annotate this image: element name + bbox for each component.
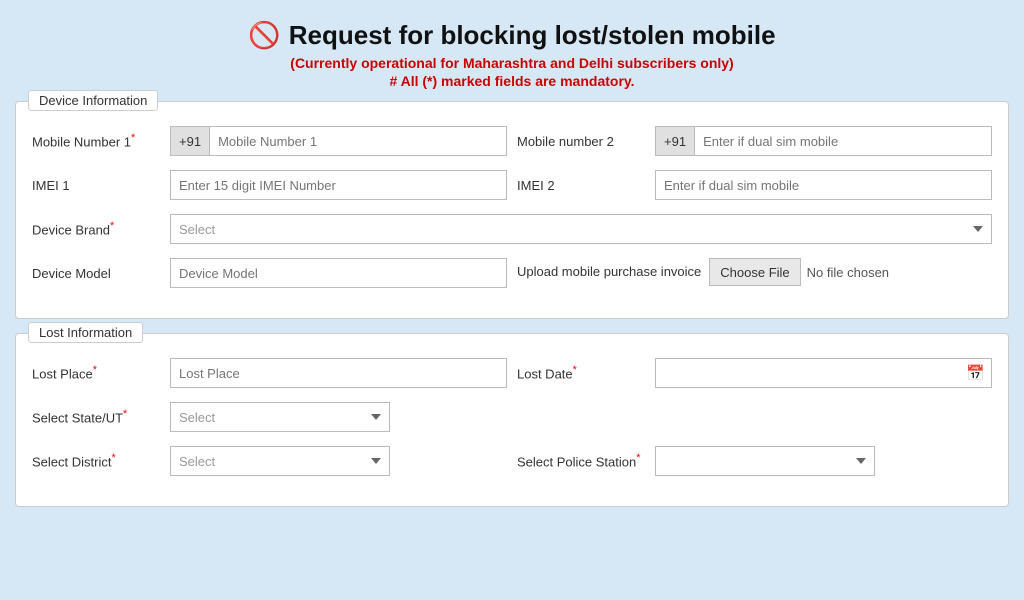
- device-brand-row: Device Brand* Select: [16, 214, 1008, 244]
- imei1-label: IMEI 1: [32, 178, 162, 193]
- mobile2-input-group: +91: [655, 126, 992, 156]
- choose-file-button[interactable]: Choose File: [709, 258, 800, 286]
- mobile2-field: Mobile number 2 +91: [517, 126, 992, 156]
- model-upload-row: Device Model Upload mobile purchase invo…: [16, 258, 1008, 288]
- calendar-icon[interactable]: 📅: [960, 364, 991, 382]
- lost-place-date-row: Lost Place* Lost Date* 📅: [32, 358, 992, 388]
- state-row: Select State/UT* Select ▾: [32, 402, 992, 432]
- page-header: 🚫 Request for blocking lost/stolen mobil…: [15, 10, 1009, 101]
- file-upload-area: Choose File No file chosen: [709, 258, 889, 286]
- imei2-field: IMEI 2: [517, 170, 992, 200]
- lost-section-legend: Lost Information: [28, 322, 143, 343]
- lost-place-label: Lost Place*: [32, 364, 162, 381]
- imei2-label: IMEI 2: [517, 178, 647, 193]
- device-section-legend: Device Information: [28, 90, 158, 111]
- mobile2-prefix: +91: [655, 126, 694, 156]
- title-text: Request for blocking lost/stolen mobile: [289, 20, 776, 51]
- mobile1-field: Mobile Number 1* +91: [32, 126, 507, 156]
- lost-date-field: Lost Date* 📅: [517, 358, 992, 388]
- police-field: Select Police Station*: [517, 446, 992, 476]
- block-icon: 🚫: [248, 20, 280, 51]
- imei2-input[interactable]: [655, 170, 992, 200]
- imei1-field: IMEI 1: [32, 170, 507, 200]
- district-select[interactable]: Select: [170, 446, 390, 476]
- upload-label: Upload mobile purchase invoice: [517, 264, 701, 281]
- upload-field: Upload mobile purchase invoice Choose Fi…: [517, 258, 992, 286]
- device-brand-select[interactable]: Select: [170, 214, 992, 244]
- mobile1-label: Mobile Number 1*: [32, 132, 162, 149]
- lost-place-input[interactable]: [170, 358, 507, 388]
- lost-information-section: Lost Information Lost Place* Lost Date* …: [15, 333, 1009, 507]
- district-label: Select District*: [32, 452, 162, 469]
- device-model-label: Device Model: [32, 266, 162, 281]
- state-select[interactable]: Select: [170, 402, 390, 432]
- device-information-section: Device Information Mobile Number 1* +91 …: [15, 101, 1009, 319]
- mobile-numbers-row: Mobile Number 1* +91 Mobile number 2 +91: [32, 126, 992, 156]
- police-label: Select Police Station*: [517, 452, 647, 469]
- imei1-input[interactable]: [170, 170, 507, 200]
- district-police-row: Select District* Select Select Police St…: [32, 446, 992, 476]
- district-field: Select District* Select: [32, 446, 507, 476]
- state-label: Select State/UT*: [32, 408, 162, 425]
- mobile1-prefix: +91: [170, 126, 209, 156]
- police-station-select[interactable]: [655, 446, 875, 476]
- lost-date-wrapper: 📅: [655, 358, 992, 388]
- device-brand-label: Device Brand*: [32, 220, 162, 237]
- mobile2-input[interactable]: [694, 126, 992, 156]
- lost-date-label: Lost Date*: [517, 364, 647, 381]
- file-name-display: No file chosen: [807, 265, 889, 280]
- subtitle2: # All (*) marked fields are mandatory.: [15, 73, 1009, 89]
- page-title: 🚫 Request for blocking lost/stolen mobil…: [15, 20, 1009, 51]
- imei-row: IMEI 1 IMEI 2: [32, 170, 992, 200]
- lost-date-input[interactable]: [656, 359, 960, 387]
- device-model-input[interactable]: [170, 258, 507, 288]
- mobile1-input[interactable]: [209, 126, 507, 156]
- device-model-field: Device Model: [32, 258, 507, 288]
- lost-place-field: Lost Place*: [32, 358, 507, 388]
- state-field: Select State/UT* Select ▾: [32, 402, 507, 432]
- mobile1-input-group: +91: [170, 126, 507, 156]
- subtitle1: (Currently operational for Maharashtra a…: [15, 55, 1009, 71]
- mobile2-label: Mobile number 2: [517, 134, 647, 149]
